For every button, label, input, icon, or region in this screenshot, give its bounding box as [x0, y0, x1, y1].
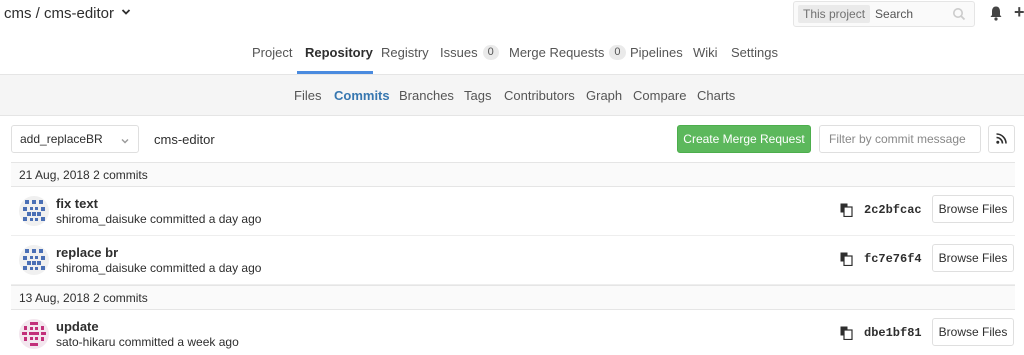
create-merge-request-button[interactable]: Create Merge Request	[677, 125, 811, 153]
nav-item-wiki[interactable]: Wiki	[693, 45, 718, 60]
commit-sha[interactable]: fc7e76f4	[864, 252, 922, 266]
branch-select-value: add_replaceBR	[20, 132, 103, 146]
subnav-item-charts[interactable]: Charts	[697, 88, 735, 103]
nav-label: Issues	[440, 45, 478, 60]
project-path[interactable]: cms / cms-editor	[4, 5, 114, 22]
commit-day-header: 21 Aug, 2018 2 commits	[11, 162, 1015, 187]
subnav-item-graph[interactable]: Graph	[586, 88, 622, 103]
commit-author-line: shiroma_daisuke committed a day ago	[56, 261, 262, 275]
browse-files-button[interactable]: Browse Files	[932, 244, 1014, 272]
commit-title-link[interactable]: replace br	[56, 245, 118, 260]
nav-item-pipelines[interactable]: Pipelines	[630, 45, 683, 60]
browse-files-button[interactable]: Browse Files	[932, 195, 1014, 223]
search-input[interactable]: Search	[875, 7, 952, 21]
active-tab-indicator	[297, 71, 373, 74]
search-icon	[952, 7, 966, 21]
clipboard-icon[interactable]	[840, 203, 853, 218]
subnav-item-contributors[interactable]: Contributors	[504, 88, 575, 103]
rss-button[interactable]	[988, 125, 1015, 153]
nav-label: Wiki	[693, 45, 718, 60]
avatar[interactable]	[19, 319, 49, 349]
subnav-item-files[interactable]: Files	[294, 88, 321, 103]
subnav-item-tags[interactable]: Tags	[464, 88, 491, 103]
search-box[interactable]: This project Search	[793, 1, 975, 27]
commit-sha[interactable]: dbe1bf81	[864, 326, 922, 340]
nav-item-repository[interactable]: Repository	[305, 45, 373, 60]
project-nav: Project Repository Registry Issues 0 Merg…	[0, 30, 1024, 75]
chevron-down-icon[interactable]	[121, 7, 131, 20]
nav-item-issues[interactable]: Issues 0	[440, 45, 499, 60]
subnav-item-compare[interactable]: Compare	[633, 88, 686, 103]
commit-title-link[interactable]: update	[56, 319, 99, 334]
nav-item-project[interactable]: Project	[252, 45, 292, 60]
subnav-item-branches[interactable]: Branches	[399, 88, 454, 103]
repository-path[interactable]: cms-editor	[154, 132, 215, 147]
chevron-down-icon	[121, 134, 129, 144]
commit-row: update sato-hikaru committed a week ago …	[11, 310, 1015, 355]
repository-subnav: Files Commits Branches Tags Contributors…	[0, 75, 1024, 116]
browse-files-button[interactable]: Browse Files	[932, 318, 1014, 346]
branch-select[interactable]: add_replaceBR	[11, 125, 139, 153]
nav-item-settings[interactable]: Settings	[731, 45, 778, 60]
commit-row: fix text shiroma_daisuke committed a day…	[11, 187, 1015, 236]
project-title-dropdown[interactable]: cms / cms-editor	[4, 5, 131, 22]
clipboard-icon[interactable]	[840, 326, 853, 341]
clipboard-icon[interactable]	[840, 252, 853, 267]
avatar[interactable]	[19, 245, 49, 275]
commit-day-header: 13 Aug, 2018 2 commits	[11, 285, 1015, 310]
commit-author-line: sato-hikaru committed a week ago	[56, 335, 239, 349]
nav-label: Registry	[381, 45, 429, 60]
bell-icon[interactable]	[988, 5, 1004, 21]
commit-row: replace br shiroma_daisuke committed a d…	[11, 236, 1015, 285]
nav-item-merge-requests[interactable]: Merge Requests 0	[509, 45, 626, 60]
nav-label: Pipelines	[630, 45, 683, 60]
commit-sha[interactable]: 2c2bfcac	[864, 203, 922, 217]
nav-label: Project	[252, 45, 293, 60]
merge-requests-count-badge: 0	[609, 45, 626, 60]
nav-item-registry[interactable]: Registry	[381, 45, 429, 60]
rss-icon	[996, 132, 1007, 147]
commit-filter-input[interactable]	[819, 125, 981, 153]
commit-title-link[interactable]: fix text	[56, 196, 98, 211]
commit-author-line: shiroma_daisuke committed a day ago	[56, 212, 262, 226]
nav-label: Repository	[305, 45, 373, 60]
top-header: cms / cms-editor This project Search +	[0, 0, 1024, 30]
search-scope-badge: This project	[798, 5, 871, 23]
nav-label: Settings	[731, 45, 778, 60]
plus-icon[interactable]: +	[1014, 2, 1024, 23]
avatar[interactable]	[19, 196, 49, 226]
issues-count-badge: 0	[482, 45, 499, 60]
nav-label: Merge Requests	[509, 45, 605, 60]
subnav-item-commits[interactable]: Commits	[334, 88, 390, 103]
